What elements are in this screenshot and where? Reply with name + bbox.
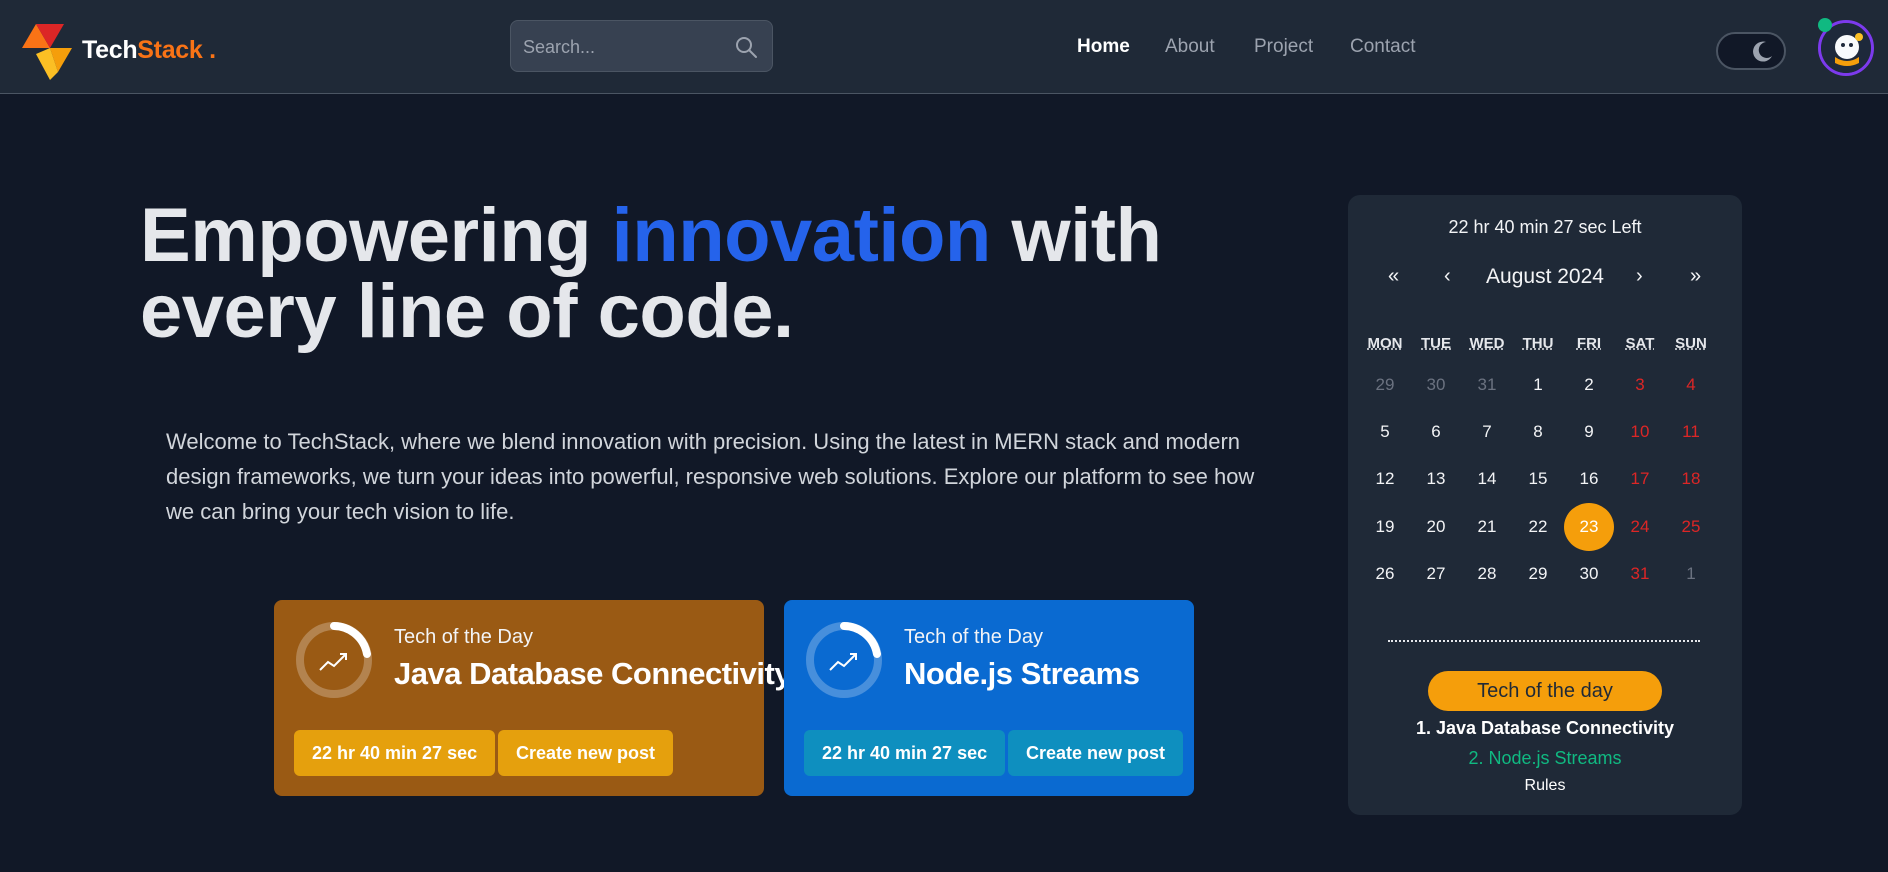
card-title: Node.js Streams	[904, 656, 1140, 691]
calendar-day[interactable]: 19	[1360, 503, 1410, 551]
calendar-panel: 22 hr 40 min 27 sec Left « ‹ August 2024…	[1348, 195, 1742, 815]
create-post-button[interactable]: Create new post	[498, 730, 674, 776]
calendar-day[interactable]: 26	[1360, 550, 1410, 598]
calendar-day[interactable]: 29	[1513, 550, 1563, 598]
calendar-month-label[interactable]: August 2024	[1448, 265, 1642, 289]
calendar-day[interactable]: 22	[1513, 503, 1563, 551]
create-post-button[interactable]: Create new post	[1008, 730, 1184, 776]
nav-project[interactable]: Project	[1254, 36, 1313, 58]
divider	[1388, 640, 1700, 642]
calendar-weekday: SUN	[1675, 335, 1707, 352]
theme-toggle[interactable]	[1716, 32, 1786, 70]
tech-of-day-button[interactable]: Tech of the day	[1428, 671, 1662, 711]
card-title: Java Database Connectivity	[394, 656, 792, 691]
hero-title-highlight: innovation	[611, 193, 992, 278]
tech-card-java: Tech of the Day Java Database Connectivi…	[274, 600, 792, 796]
hero-title: Empowering innovation with every line of…	[140, 198, 1200, 350]
calendar-day[interactable]: 17	[1615, 455, 1665, 503]
nav-home[interactable]: Home	[1077, 36, 1130, 58]
calendar-weekday: THU	[1522, 335, 1554, 352]
calendar-prev-year-button[interactable]: «	[1388, 265, 1399, 288]
calendar-day[interactable]: 21	[1462, 503, 1512, 551]
hero-title-start: Empowering	[140, 193, 612, 278]
calendar-day[interactable]: 31	[1615, 550, 1665, 598]
calendar-day[interactable]: 11	[1666, 408, 1716, 456]
calendar-day[interactable]: 12	[1360, 455, 1410, 503]
calendar-day[interactable]: 4	[1666, 361, 1716, 409]
calendar-day[interactable]: 1	[1513, 361, 1563, 409]
techstack-logo-icon[interactable]	[20, 20, 72, 80]
calendar-day[interactable]: 9	[1564, 408, 1614, 456]
calendar-day[interactable]: 7	[1462, 408, 1512, 456]
calendar-day[interactable]: 2	[1564, 361, 1614, 409]
calendar-day[interactable]: 10	[1615, 408, 1665, 456]
calendar-day[interactable]: 28	[1462, 550, 1512, 598]
calendar-next-month-button[interactable]: ›	[1636, 265, 1643, 288]
progress-ring-icon	[296, 622, 372, 698]
moon-icon	[1753, 41, 1772, 62]
calendar-weekday: SAT	[1625, 335, 1655, 352]
calendar-day[interactable]: 15	[1513, 455, 1563, 503]
brand-name-part: Tech	[82, 36, 138, 64]
rules-link[interactable]: Rules	[1348, 777, 1742, 795]
calendar-day[interactable]: 8	[1513, 408, 1563, 456]
timer-button[interactable]: 22 hr 40 min 27 sec	[294, 730, 496, 776]
brand-name[interactable]: TechStack .	[82, 36, 216, 65]
nav-contact[interactable]: Contact	[1350, 36, 1415, 58]
calendar-day[interactable]: 18	[1666, 455, 1716, 503]
calendar-day[interactable]: 1	[1666, 550, 1716, 598]
progress-ring-icon	[806, 622, 882, 698]
calendar-day[interactable]: 25	[1666, 503, 1716, 551]
calendar-day[interactable]: 13	[1411, 455, 1461, 503]
calendar-day[interactable]: 5	[1360, 408, 1410, 456]
brand-name-accent: Stack	[137, 36, 203, 64]
search-box	[510, 20, 773, 72]
calendar-day[interactable]: 30	[1564, 550, 1614, 598]
top-navbar: TechStack . Home About Project Contact	[0, 0, 1888, 94]
brand-name-dot: .	[202, 36, 216, 64]
timer-button[interactable]: 22 hr 40 min 27 sec	[804, 730, 1006, 776]
calendar-weekday: TUE	[1421, 335, 1451, 352]
calendar-day[interactable]: 29	[1360, 361, 1410, 409]
calendar-weekday: FRI	[1576, 335, 1602, 352]
tech-of-day-item-2[interactable]: 2. Node.js Streams	[1348, 748, 1742, 769]
card-label: Tech of the Day	[394, 626, 533, 648]
tech-of-day-item-1[interactable]: 1. Java Database Connectivity	[1348, 718, 1742, 739]
search-icon[interactable]	[734, 35, 758, 59]
tech-card-nodejs: Tech of the Day Node.js Streams 22 hr 40…	[784, 600, 1194, 796]
calendar-weekday: WED	[1469, 335, 1505, 352]
nav-about[interactable]: About	[1165, 36, 1215, 58]
calendar-day[interactable]: 16	[1564, 455, 1614, 503]
search-input[interactable]	[523, 33, 723, 61]
calendar-next-year-button[interactable]: »	[1690, 265, 1701, 288]
calendar-day[interactable]: 20	[1411, 503, 1461, 551]
card-label: Tech of the Day	[904, 626, 1043, 648]
calendar-day[interactable]: 3	[1615, 361, 1665, 409]
countdown-text: 22 hr 40 min 27 sec Left	[1448, 217, 1642, 237]
calendar-day[interactable]: 14	[1462, 455, 1512, 503]
calendar-day[interactable]: 30	[1411, 361, 1461, 409]
online-status-dot	[1818, 18, 1832, 32]
calendar-day[interactable]: 6	[1411, 408, 1461, 456]
calendar-day[interactable]: 24	[1615, 503, 1665, 551]
calendar-day-selected[interactable]: 23	[1564, 503, 1614, 551]
calendar-weekday: MON	[1367, 335, 1403, 352]
calendar-day[interactable]: 27	[1411, 550, 1461, 598]
hero-description: Welcome to TechStack, where we blend inn…	[166, 429, 1255, 524]
calendar-day[interactable]: 31	[1462, 361, 1512, 409]
